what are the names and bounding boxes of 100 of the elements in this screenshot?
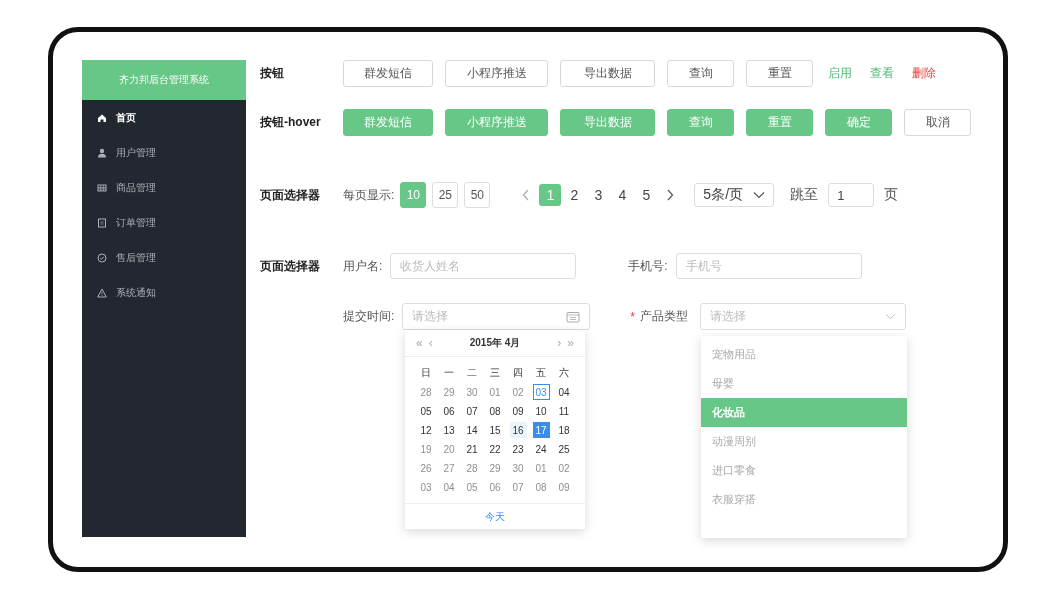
calendar-day[interactable]: 17 — [532, 422, 550, 438]
dropdown-option[interactable]: 动漫周别 — [701, 427, 908, 456]
action-button[interactable]: 确定 — [825, 109, 892, 136]
calendar-day[interactable]: 10 — [532, 403, 550, 419]
action-button[interactable]: 查询 — [667, 60, 734, 87]
action-link[interactable]: 查看 — [867, 65, 897, 82]
weekday-label: 四 — [512, 366, 524, 380]
calendar-day[interactable]: 04 — [440, 479, 458, 495]
action-button[interactable]: 群发短信 — [343, 60, 433, 87]
page-size-option[interactable]: 25 — [432, 182, 459, 208]
sidebar-item[interactable]: 系统通知 — [82, 275, 246, 310]
next-page-icon[interactable] — [666, 189, 675, 201]
weekday-label: 一 — [443, 366, 455, 380]
page-size-option[interactable]: 50 — [464, 182, 491, 208]
sidebar-item[interactable]: 订单管理 — [82, 205, 246, 240]
sidebar-item[interactable]: 用户管理 — [82, 135, 246, 170]
calendar-day[interactable]: 13 — [440, 422, 458, 438]
calendar-day[interactable]: 14 — [463, 422, 481, 438]
action-button[interactable]: 小程序推送 — [445, 60, 548, 87]
calendar-day[interactable]: 27 — [440, 460, 458, 476]
calendar-day[interactable]: 24 — [532, 441, 550, 457]
action-button[interactable]: 重置 — [746, 109, 813, 136]
field-label: 提交时间: — [343, 308, 395, 325]
calendar-day[interactable]: 03 — [532, 384, 550, 400]
next-month-button[interactable]: › — [554, 336, 565, 350]
calendar-day[interactable]: 06 — [486, 479, 504, 495]
today-button[interactable]: 今天 — [479, 508, 511, 525]
calendar-day[interactable]: 15 — [486, 422, 504, 438]
calendar-day[interactable]: 02 — [509, 384, 527, 400]
calendar-day[interactable]: 07 — [463, 403, 481, 419]
action-button[interactable]: 群发短信 — [343, 109, 433, 136]
calendar-day[interactable]: 09 — [509, 403, 527, 419]
calendar-day[interactable]: 30 — [463, 384, 481, 400]
jump-field[interactable]: 1 — [828, 183, 875, 207]
product-type-select[interactable]: 请选择 — [700, 303, 906, 330]
page-number[interactable]: 4 — [611, 184, 634, 206]
calendar-day[interactable]: 07 — [509, 479, 527, 495]
check-circle-icon — [97, 252, 107, 263]
dropdown-option[interactable]: 母婴 — [701, 369, 908, 398]
action-link[interactable]: 删除 — [909, 65, 939, 82]
action-button[interactable]: 导出数据 — [560, 109, 655, 136]
calendar-day[interactable]: 08 — [486, 403, 504, 419]
previous-month-button[interactable]: ‹ — [425, 336, 436, 350]
calendar-day[interactable]: 20 — [440, 441, 458, 457]
calendar-day[interactable]: 08 — [532, 479, 550, 495]
action-button[interactable]: 取消 — [904, 109, 971, 136]
action-button[interactable]: 小程序推送 — [445, 109, 548, 136]
page-size-select[interactable]: 5条/页 — [694, 183, 775, 207]
previous-year-button[interactable]: « — [413, 336, 426, 350]
phone-field[interactable]: 手机号 — [675, 253, 862, 279]
calendar-day[interactable]: 30 — [509, 460, 527, 476]
action-link[interactable]: 启用 — [825, 65, 855, 82]
dropdown-option[interactable]: 进口零食 — [701, 456, 908, 485]
page-size-option[interactable]: 10 — [400, 182, 427, 208]
next-year-button[interactable]: » — [564, 336, 577, 350]
field-label: 手机号: — [628, 257, 668, 275]
calendar-day[interactable]: 28 — [463, 460, 481, 476]
calendar-day[interactable]: 23 — [509, 441, 527, 457]
calendar-day[interactable]: 02 — [555, 460, 573, 476]
sidebar-item[interactable]: 首页 — [82, 100, 246, 135]
page-size-label: 每页显示: — [343, 186, 395, 204]
field-label: 用户名: — [343, 257, 383, 275]
calendar-day[interactable]: 12 — [417, 422, 435, 438]
dropdown-option[interactable]: 宠物用品 — [701, 340, 908, 369]
action-button[interactable]: 查询 — [667, 109, 734, 136]
page-number[interactable]: 5 — [635, 184, 658, 206]
calendar-day[interactable]: 26 — [417, 460, 435, 476]
home-icon — [97, 112, 107, 123]
calendar-day[interactable]: 05 — [417, 403, 435, 419]
calendar-day[interactable]: 11 — [555, 403, 573, 419]
calendar-day[interactable]: 29 — [486, 460, 504, 476]
sidebar-item[interactable]: 售后管理 — [82, 240, 246, 275]
calendar-day[interactable]: 25 — [555, 441, 573, 457]
page-number[interactable]: 3 — [587, 184, 610, 206]
field-label: 产品类型 — [640, 308, 688, 325]
dropdown-option[interactable]: 衣服穿搭 — [701, 485, 908, 514]
calendar-day[interactable]: 06 — [440, 403, 458, 419]
page-number[interactable]: 2 — [563, 184, 586, 206]
calendar-day[interactable]: 04 — [555, 384, 573, 400]
calendar-day[interactable]: 16 — [509, 422, 527, 438]
calendar-day[interactable]: 05 — [463, 479, 481, 495]
date-field[interactable]: 请选择 — [402, 303, 591, 330]
calendar-day[interactable]: 29 — [440, 384, 458, 400]
calendar-icon — [566, 310, 581, 323]
calendar-day[interactable]: 22 — [486, 441, 504, 457]
action-button[interactable]: 重置 — [746, 60, 813, 87]
calendar-day[interactable]: 09 — [555, 479, 573, 495]
calendar-day[interactable]: 03 — [417, 479, 435, 495]
action-button[interactable]: 导出数据 — [560, 60, 655, 87]
calendar-day[interactable]: 01 — [486, 384, 504, 400]
calendar-day[interactable]: 21 — [463, 441, 481, 457]
username-field[interactable]: 收货人姓名 — [390, 253, 577, 279]
calendar-day[interactable]: 28 — [417, 384, 435, 400]
caret-icon — [885, 313, 896, 320]
dropdown-option[interactable]: 化妆品 — [701, 398, 908, 427]
calendar-day[interactable]: 01 — [532, 460, 550, 476]
calendar-day[interactable]: 18 — [555, 422, 573, 438]
sidebar-item[interactable]: 商品管理 — [82, 170, 246, 205]
calendar-day[interactable]: 19 — [417, 441, 435, 457]
page-number[interactable]: 1 — [539, 184, 562, 206]
